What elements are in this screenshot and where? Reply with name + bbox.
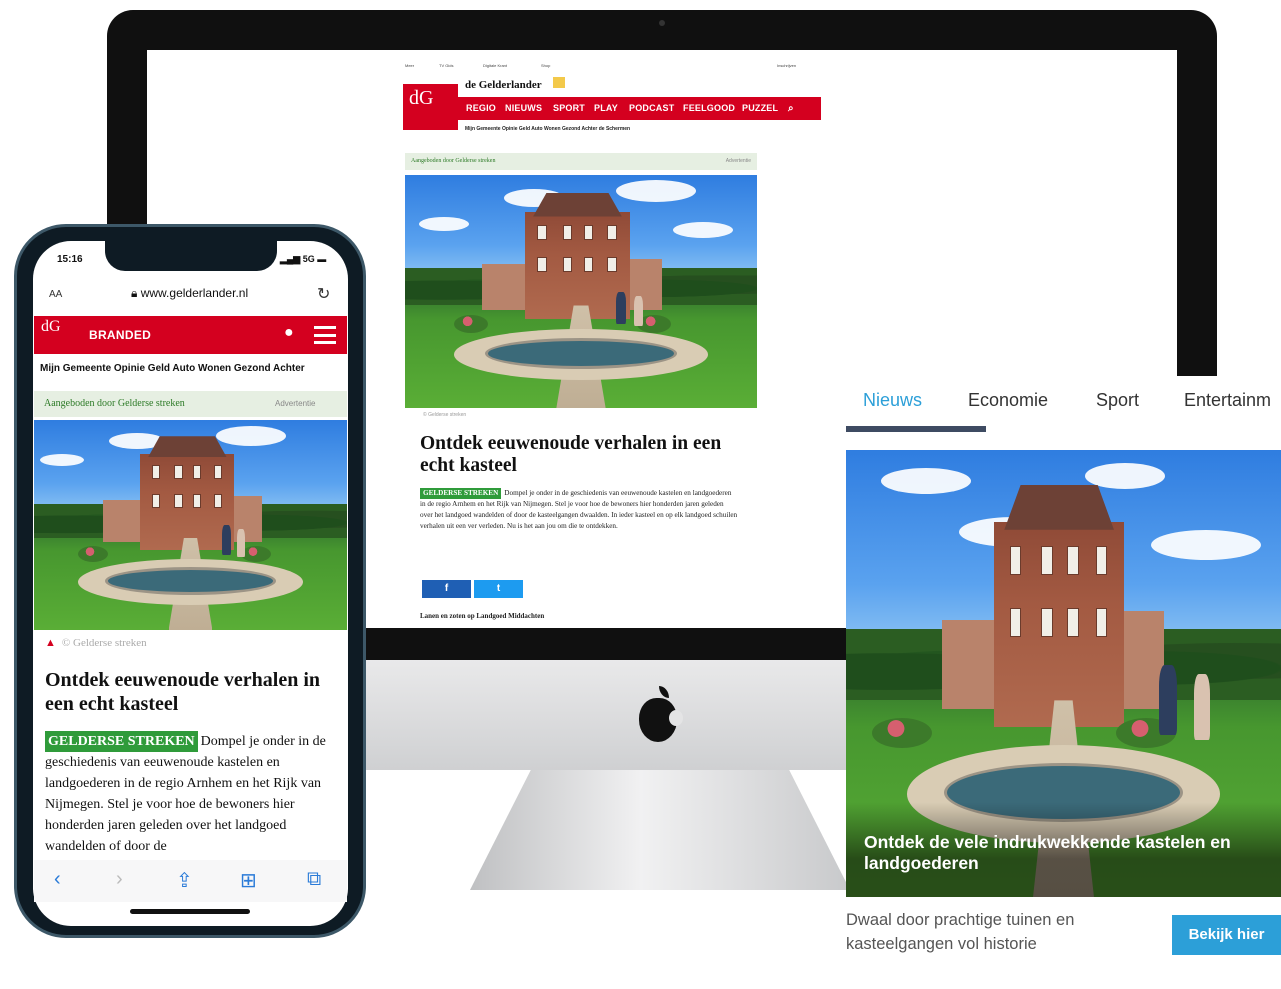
apple-logo-icon <box>639 686 683 742</box>
tab-underline <box>846 426 986 432</box>
address-bar[interactable]: AA 🔒︎ www.gelderlander.nl ↻ <box>35 281 346 309</box>
phone-credit-text: © Gelderse streken <box>61 637 147 649</box>
phone-advert-note[interactable]: Advertentie <box>275 399 315 408</box>
phone-article-body-text: Dompel je onder in de geschiedenis van e… <box>45 734 326 853</box>
phone-photo-credit: ▲ © Gelderse streken <box>45 637 147 649</box>
phone-category-tag[interactable]: GELDERSE STREKEN <box>45 731 198 752</box>
section-label: BRANDED <box>89 328 152 342</box>
main-nav: REGIO NIEUWS SPORT PLAY PODCAST FEELGOOD… <box>458 97 821 120</box>
nav-item-sport[interactable]: SPORT <box>553 103 585 113</box>
nav-item-play[interactable]: PLAY <box>594 103 618 113</box>
triangle-icon: ▲ <box>45 637 56 649</box>
reader-aa-button[interactable]: AA <box>49 289 62 300</box>
twitter-share-button[interactable]: t <box>474 580 523 598</box>
topbar-link-meer[interactable]: Meer <box>405 63 414 68</box>
phone-site-header: dG BRANDED ● <box>34 316 347 354</box>
desktop-article-page: Meer TV Gids Digitale Krant Shop Inschri… <box>403 60 821 628</box>
card-headline[interactable]: Ontdek de vele indrukwekkende kastelen e… <box>864 832 1274 874</box>
reload-icon[interactable]: ↻ <box>317 284 330 304</box>
status-network: ▂▄▆ 5G ▬ <box>280 254 327 264</box>
tab-sport[interactable]: Sport <box>1096 390 1139 411</box>
brand-name: de Gelderlander <box>465 79 542 91</box>
imac-chin <box>362 660 846 770</box>
topbar-link-shop[interactable]: Shop <box>541 63 550 68</box>
share-icon[interactable]: ⇪ <box>176 868 193 893</box>
url-text[interactable]: 🔒︎ www.gelderlander.nl <box>131 286 248 301</box>
nav-item-podcast[interactable]: PODCAST <box>629 103 674 113</box>
home-indicator[interactable] <box>130 909 250 914</box>
tab-entertainment[interactable]: Entertainm <box>1184 390 1271 411</box>
facebook-share-button[interactable]: f <box>422 580 471 598</box>
phone-article-body: GELDERSE STREKEN Dompel je onder in de ge… <box>45 731 335 853</box>
phone-subnav[interactable]: Mijn Gemeente Opinie Geld Auto Wonen Gez… <box>40 363 345 374</box>
topbar-link-inschrijven[interactable]: Inschrijven <box>777 63 796 68</box>
article-photo <box>405 175 757 408</box>
phone-site-logo[interactable]: dG <box>41 319 61 335</box>
category-tag[interactable]: GELDERSE STREKEN <box>420 488 502 499</box>
phone-notch <box>105 241 277 271</box>
nav-item-nieuws[interactable]: NIEUWS <box>505 103 542 113</box>
article-body: GELDERSE STREKEN Dompel je onder in de ge… <box>420 488 738 532</box>
topbar-link-tvgids[interactable]: TV Gids <box>439 63 453 68</box>
desktop-subnav[interactable]: Mijn Gemeente Opinie Geld Auto Wonen Gez… <box>465 126 630 132</box>
menu-icon[interactable] <box>314 326 336 344</box>
site-logo[interactable]: dG <box>403 84 458 130</box>
tab-nieuws[interactable]: Nieuws <box>863 390 922 411</box>
bookmarks-icon[interactable]: ⊞ <box>240 868 257 893</box>
advert-banner: Aangeboden door Gelderse streken Adverte… <box>405 153 757 170</box>
lock-icon: 🔒︎ <box>131 286 141 300</box>
tabs-icon[interactable]: ⧉ <box>307 868 321 891</box>
phone-article-photo <box>34 420 347 630</box>
brand-badge-icon <box>553 77 565 88</box>
network-label: 5G <box>302 254 315 264</box>
forward-icon[interactable]: › <box>116 868 123 891</box>
article-title: Ontdek eeuwenoude verhalen in een echt k… <box>420 433 722 476</box>
phone-advert-banner: Aangeboden door Gelderse streken Adverte… <box>34 391 347 417</box>
card-description: Dwaal door prachtige tuinen en kasteelga… <box>846 911 1075 953</box>
nav-item-regio[interactable]: REGIO <box>466 103 496 113</box>
user-icon[interactable]: ● <box>284 324 300 344</box>
camera-icon <box>659 20 665 26</box>
phone-article-title: Ontdek eeuwenoude verhalen in een echt k… <box>45 669 321 715</box>
photo-credit: © Gelderse streken <box>423 412 467 418</box>
back-icon[interactable]: ‹ <box>54 868 61 891</box>
imac-stand <box>470 770 850 890</box>
phone-advert-label: Aangeboden door Gelderse streken <box>44 398 185 409</box>
advert-note[interactable]: Advertentie <box>726 158 751 164</box>
advert-label: Aangeboden door Gelderse streken <box>411 158 496 164</box>
ad-card: Nieuws Economie Sport Entertainm Ontdek … <box>846 376 1281 966</box>
desktop-topbar: Meer TV Gids Digitale Krant Shop Inschri… <box>403 60 821 72</box>
nav-item-feelgood[interactable]: FEELGOOD <box>683 103 735 113</box>
topbar-link-krant[interactable]: Digitale Krant <box>483 63 507 68</box>
nav-item-puzzel[interactable]: PUZZEL <box>742 103 778 113</box>
safari-toolbar: ‹ › ⇪ ⊞ ⧉ <box>34 860 347 902</box>
status-time: 15:16 <box>57 254 83 265</box>
bekijk-hier-button[interactable]: Bekijk hier <box>1172 915 1281 955</box>
photo-caption: Lanen en zoten op Landgoed Middachten <box>420 612 545 620</box>
url-domain: www.gelderlander.nl <box>140 286 249 300</box>
tab-economie[interactable]: Economie <box>968 390 1048 411</box>
search-icon[interactable]: ⌕ <box>788 103 794 114</box>
